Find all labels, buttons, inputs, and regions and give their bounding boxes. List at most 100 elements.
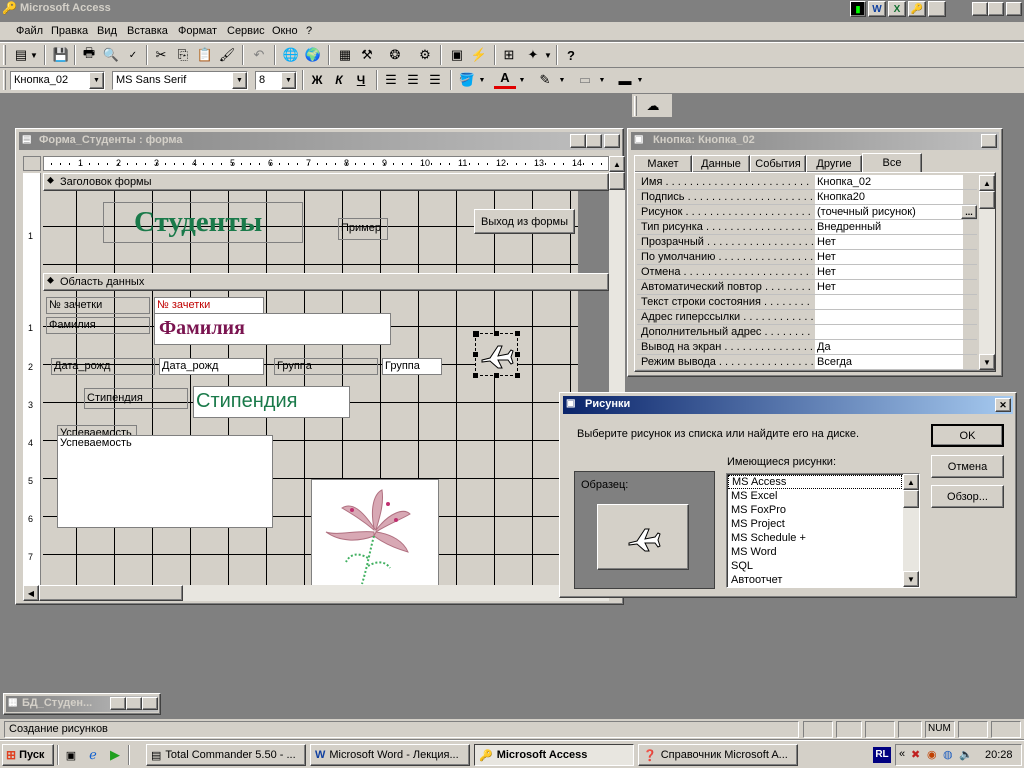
picture-list-item[interactable]: MS Access [728,475,902,489]
database-window-icon[interactable]: ⊞ [498,44,520,66]
tab-other[interactable]: Другие [806,155,862,173]
st-label[interactable]: Стипендия [84,388,188,409]
gr-label[interactable]: Группа [274,358,378,375]
selection-handle[interactable] [494,331,499,336]
tab-all[interactable]: Все [862,153,922,174]
property-row[interactable]: Адрес гиперссылки . . . . . . . . . . . … [637,310,977,325]
start-button[interactable]: ⊞ Пуск [2,744,54,766]
property-row[interactable]: Подпись . . . . . . . . . . . . . . . . … [637,190,977,205]
word-icon[interactable]: W [868,1,886,17]
usp-field[interactable]: Успеваемость [57,435,273,528]
line-color-icon[interactable]: ✎ [534,69,556,91]
dropdown-arrow-icon[interactable]: ▼ [516,69,528,91]
property-value[interactable] [815,325,963,339]
font-color-icon[interactable]: A [494,69,516,89]
close-button[interactable]: ✕ [1006,2,1022,16]
property-value[interactable]: (точечный рисунок) [815,205,963,219]
dropdown-arrow-icon[interactable]: ▼ [556,69,568,91]
dropdown-arrow-icon[interactable]: ▼ [542,44,554,66]
example-label-box[interactable]: Пример [338,218,388,240]
property-value[interactable]: Да [815,340,963,354]
db-window-minimized[interactable]: ▦ БД_Студен... ❐ □ ✕ [3,693,161,715]
selection-handle[interactable] [515,331,520,336]
airplane-command-button[interactable] [473,331,520,378]
property-row[interactable]: Режим вывода . . . . . . . . . . . . . .… [637,355,977,370]
exit-form-button[interactable]: Выход из формы [474,209,575,234]
property-row[interactable]: По умолчанию . . . . . . . . . . . . . .… [637,250,977,265]
help-icon[interactable]: ? [560,44,582,66]
undo-icon[interactable]: ↶ [248,44,270,66]
web-toolbar-icon[interactable]: 🌍 [302,44,324,66]
font-selector[interactable]: MS Sans Serif ▼ [112,71,248,90]
tab-layout[interactable]: Макет [634,155,692,173]
db-restore-button[interactable]: ❐ [110,697,126,710]
dr-field[interactable]: Дата_рожд [159,358,264,375]
scroll-down-arrow[interactable]: ▼ [903,571,919,587]
format-painter-icon[interactable]: 🖌 [216,44,238,66]
menu-edit[interactable]: Правка [51,22,88,40]
scroll-thumb[interactable] [609,172,625,190]
field-list-icon[interactable]: ▦ [334,44,356,66]
autoformat-icon[interactable]: ❂ [384,44,406,66]
property-row[interactable]: Прозрачный . . . . . . . . . . . . . . .… [637,235,977,250]
tray-network-icon[interactable]: ✖ [911,748,920,761]
ruler-corner[interactable] [23,156,41,171]
build-icon[interactable]: ⚡ [468,44,490,66]
fam-field[interactable]: Фамилия [154,313,391,345]
cancel-button[interactable]: Отмена [931,455,1004,478]
property-value[interactable]: Всегда [815,355,963,369]
paste-icon[interactable]: 📋 [194,44,216,66]
desktop-icon[interactable]: ▣ [60,744,82,766]
align-right-icon[interactable]: ☰ [424,69,446,91]
property-row[interactable]: Тип рисунка . . . . . . . . . . . . . . … [637,220,977,235]
clipart-icon[interactable]: ☁ [642,95,664,117]
lang-indicator[interactable]: RL [873,747,891,763]
print-preview-icon[interactable]: 🔍 [100,44,122,66]
bold-button[interactable]: Ж [306,69,328,91]
header-title-box[interactable]: Студенты [103,202,303,243]
scroll-thumb[interactable] [39,585,183,601]
form-minimize-button[interactable]: _ [570,134,586,148]
hyperlink-icon[interactable]: 🌐 [280,44,302,66]
pictures-listbox[interactable]: MS Access MS Excel MS FoxPro MS Project MS S… [726,473,920,588]
special-effect-icon[interactable]: ▬ [614,69,636,91]
gr-field[interactable]: Группа [382,358,442,375]
task-word[interactable]: W Microsoft Word - Лекция... [310,744,470,766]
properties-close-button[interactable]: ✕ [981,134,997,148]
scroll-up-arrow[interactable]: ▲ [609,156,625,172]
property-row[interactable]: Рисунок . . . . . . . . . . . . . . . . … [637,205,977,220]
selection-handle[interactable] [515,373,520,378]
pictures-scrollbar[interactable]: ▲ ▼ [903,474,919,587]
cut-icon[interactable]: ✂ [150,44,172,66]
scroll-thumb[interactable] [979,191,995,209]
form-horizontal-scrollbar[interactable]: ◀ [23,585,609,601]
form-maximize-button[interactable]: □ [586,134,602,148]
tray-clock[interactable]: 20:28 [985,749,1013,761]
picture-list-item[interactable]: MS FoxPro [728,503,902,517]
toolbox-icon[interactable]: ⚒ [356,44,378,66]
scroll-up-arrow[interactable]: ▲ [979,175,995,191]
property-row[interactable]: Дополнительный адрес . . . . . . . . . .… [637,325,977,340]
dropdown-arrow-icon[interactable]: ▼ [281,72,296,89]
tray-expand-icon[interactable]: « [899,748,905,760]
selection-handle[interactable] [473,331,479,337]
menu-help[interactable]: ? [306,22,312,40]
properties-icon[interactable]: ▣ [446,44,468,66]
excel-icon[interactable]: X [888,1,906,17]
scroll-up-arrow[interactable]: ▲ [903,474,919,490]
scroll-down-arrow[interactable]: ▼ [979,354,995,370]
scroll-left-arrow[interactable]: ◀ [23,585,39,601]
data-section-bar[interactable]: ⬥ Область данных [43,273,609,291]
picture-builder-button[interactable]: ... [961,205,977,219]
db-maximize-button[interactable]: □ [126,697,142,710]
dropdown-arrow-icon[interactable]: ▼ [634,69,646,91]
property-value[interactable]: Нет [815,250,963,264]
scroll-thumb[interactable] [903,490,919,508]
access-icon[interactable]: 🔑 [908,1,926,17]
property-value[interactable]: Внедренный [815,220,963,234]
selection-handle[interactable] [515,352,520,357]
ok-button[interactable]: OK [931,424,1004,447]
code-icon[interactable]: ⚙ [414,44,436,66]
dialog-close-button[interactable]: ✕ [995,398,1011,412]
flower-image[interactable] [311,479,439,585]
